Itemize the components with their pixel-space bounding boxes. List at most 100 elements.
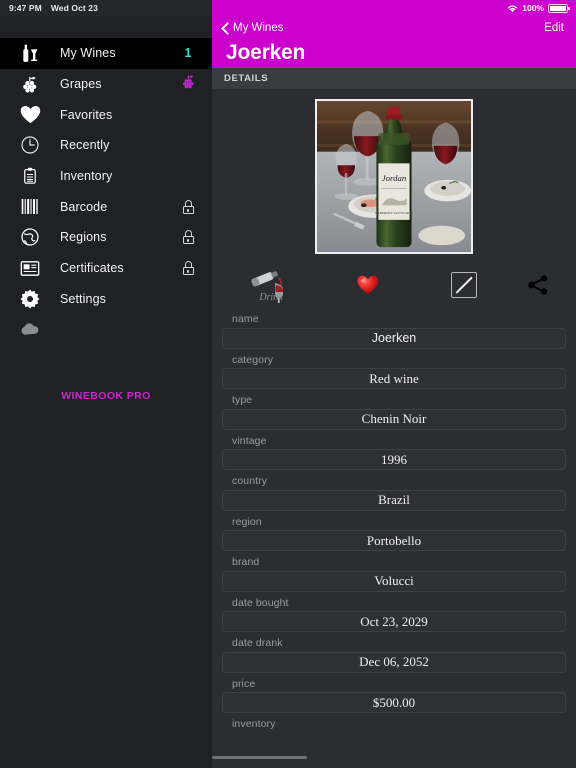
- field-label-category: category: [232, 353, 274, 366]
- sidebar-item-inventory[interactable]: Inventory: [0, 161, 212, 192]
- badge-count: 1: [184, 46, 192, 61]
- sidebar-item-regions[interactable]: Regions: [0, 222, 212, 253]
- field-value: 1996: [381, 451, 407, 467]
- detail-pane: 100% My Wines Edit Joerken DETAILS Jorda…: [212, 0, 576, 768]
- section-header-details: DETAILS: [212, 68, 576, 89]
- gear-icon: [16, 286, 44, 312]
- app-root: 9:47 PM Wed Oct 23 My Wines 1 Grapes Favo…: [0, 0, 576, 768]
- page-title: Joerken: [226, 41, 306, 64]
- sidebar-menu: My Wines 1 Grapes Favorites Recently Inve…: [0, 16, 212, 345]
- field-value: Red wine: [369, 370, 419, 386]
- field-label-type: type: [232, 394, 253, 406]
- heart-icon: [16, 102, 44, 128]
- battery-full-icon: [548, 3, 570, 13]
- drink-button[interactable]: Drink: [224, 267, 320, 303]
- status-bar-left: 9:47 PM Wed Oct 23: [0, 0, 212, 16]
- sidebar-item-label: Settings: [60, 291, 106, 306]
- wifi-icon: [507, 4, 518, 13]
- sidebar-item-barcode[interactable]: Barcode: [0, 191, 212, 222]
- status-bar-date: Wed Oct 23: [50, 3, 98, 13]
- field-input-price[interactable]: $500.00: [222, 692, 566, 713]
- lock-icon: [182, 261, 194, 276]
- field-value: Joerken: [371, 331, 417, 345]
- sidebar-item-recently[interactable]: Recently: [0, 130, 212, 161]
- cloud-icon: [16, 317, 44, 343]
- field-label-name: name: [232, 313, 259, 325]
- section-header-label: DETAILS: [224, 73, 269, 84]
- field-input-date-bought[interactable]: Oct 23, 2029: [222, 611, 566, 632]
- sidebar-item-settings[interactable]: Settings: [0, 284, 212, 315]
- sidebar-item-certificates[interactable]: Certificates: [0, 253, 212, 284]
- sidebar-item-my-wines[interactable]: My Wines 1: [0, 38, 212, 69]
- sidebar-item-label: Grapes: [60, 77, 102, 92]
- grapes-accent-icon-wrap: [178, 73, 198, 95]
- lock-icon-wrap: [178, 230, 198, 245]
- field-input-region[interactable]: Portobello: [222, 530, 566, 551]
- sidebar: 9:47 PM Wed Oct 23 My Wines 1 Grapes Favo…: [0, 0, 212, 768]
- wine-bottle-photo[interactable]: Jordan CABERNET SAUVIGNON: [315, 99, 473, 254]
- field-input-type[interactable]: Chenin Noir: [222, 408, 566, 430]
- nav-row: My Wines Edit: [212, 16, 576, 38]
- field-value: Volucci: [374, 573, 414, 588]
- grapes-icon: [16, 71, 44, 97]
- field-label-inventory: inventory: [232, 718, 276, 730]
- field-input-country[interactable]: Brazil: [222, 489, 566, 511]
- sidebar-item-badge: 1: [178, 46, 198, 60]
- share-button[interactable]: [512, 274, 564, 296]
- sidebar-item-grapes[interactable]: Grapes: [0, 69, 212, 100]
- winebook-pro-label[interactable]: WINEBOOK PRO: [0, 390, 212, 402]
- lock-icon-wrap: [178, 261, 198, 276]
- share-icon: [527, 274, 549, 296]
- field-label-country: country: [232, 475, 268, 487]
- field-input-name[interactable]: Joerken: [222, 327, 566, 349]
- wine-bottle-glass-icon: [16, 40, 44, 66]
- sidebar-item-label: Recently: [60, 138, 110, 153]
- svg-text:Drink: Drink: [258, 292, 283, 303]
- favorite-button[interactable]: [320, 275, 416, 295]
- field-label-vintage: vintage: [232, 434, 267, 447]
- lock-icon: [182, 230, 194, 245]
- sidebar-item-label: Barcode: [60, 199, 108, 214]
- status-bar-time: 9:47 PM: [9, 3, 42, 13]
- lock-icon: [182, 199, 194, 214]
- chevron-left-icon: [222, 22, 229, 34]
- sidebar-item-cloud[interactable]: [0, 314, 212, 345]
- edit-button[interactable]: Edit: [544, 22, 564, 34]
- certificate-icon: [16, 255, 44, 281]
- back-button[interactable]: My Wines: [222, 22, 283, 34]
- field-value: Brazil: [378, 492, 410, 507]
- field-value: Oct 23, 2029: [360, 613, 428, 629]
- photo-container: Jordan CABERNET SAUVIGNON: [212, 89, 576, 254]
- barcode-icon: [16, 194, 44, 220]
- rating-button[interactable]: [416, 272, 512, 298]
- field-value: Portobello: [366, 532, 422, 548]
- field-value: $500.00: [372, 694, 416, 710]
- field-label-brand: brand: [232, 556, 260, 568]
- field-value: Chenin Noir: [361, 411, 427, 426]
- heart-icon: [357, 275, 379, 295]
- sidebar-item-label: Inventory: [60, 169, 113, 184]
- drink-pour-icon: Drink: [249, 267, 295, 303]
- empty-rating-icon: [451, 272, 477, 298]
- field-label-price: price: [232, 677, 256, 690]
- field-input-brand[interactable]: Volucci: [222, 570, 566, 592]
- lock-icon-wrap: [178, 199, 198, 214]
- field-label-date-drank: date drank: [232, 637, 283, 649]
- back-button-label: My Wines: [233, 22, 284, 34]
- globe-icon: [16, 224, 44, 250]
- sidebar-item-label: Certificates: [60, 261, 124, 276]
- field-input-vintage[interactable]: 1996: [222, 449, 566, 470]
- horizontal-scrollbar[interactable]: [212, 756, 307, 759]
- field-input-date-drank[interactable]: Dec 06, 2052: [222, 651, 566, 673]
- sidebar-item-label: Regions: [60, 230, 107, 245]
- field-value: Dec 06, 2052: [359, 654, 429, 669]
- field-label-date-bought: date bought: [232, 596, 289, 609]
- nav-bar: 100% My Wines Edit Joerken: [212, 0, 576, 68]
- sidebar-item-favorites[interactable]: Favorites: [0, 99, 212, 130]
- field-input-category[interactable]: Red wine: [222, 368, 566, 389]
- field-label-region: region: [232, 515, 262, 528]
- clock-icon: [16, 132, 44, 158]
- status-bar-right: 100%: [212, 0, 576, 16]
- action-row: Drink: [212, 262, 576, 308]
- grapes-accent-icon: [180, 73, 197, 95]
